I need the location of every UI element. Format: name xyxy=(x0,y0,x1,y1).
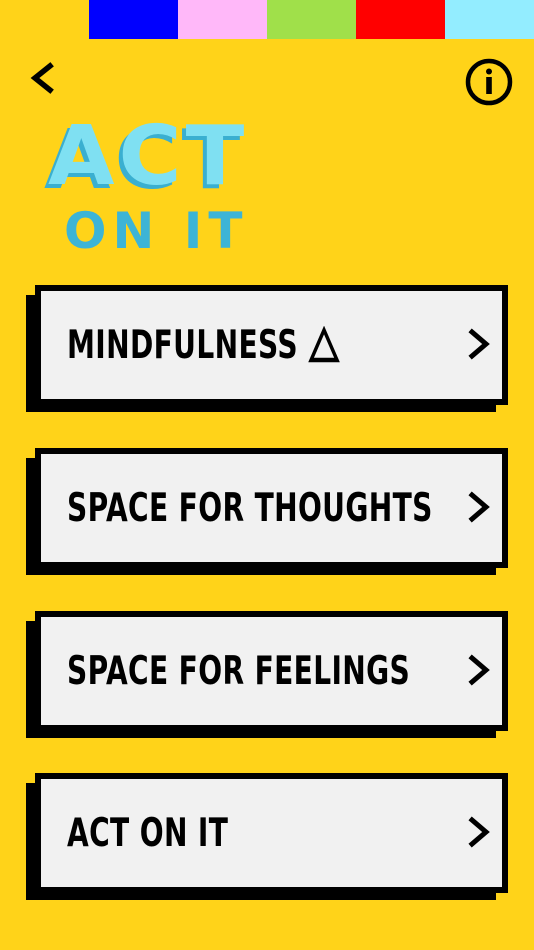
app-logo: ACT ACT ON IT xyxy=(36,108,266,260)
color-swatch-pink[interactable] xyxy=(178,0,267,39)
menu-item-text: MINDFULNESS xyxy=(67,322,298,368)
chevron-right-icon xyxy=(468,328,490,360)
chevron-left-icon xyxy=(30,62,54,94)
logo-line1: ACT xyxy=(48,108,248,203)
triangle-icon xyxy=(308,326,340,363)
color-swatch-green[interactable] xyxy=(267,0,356,39)
menu-item-space-for-feelings[interactable]: SPACE FOR FEELINGS xyxy=(26,611,508,738)
menu-item-label: SPACE FOR THOUGHTS xyxy=(67,454,433,562)
chevron-right-icon xyxy=(468,654,490,686)
menu-card: SPACE FOR THOUGHTS xyxy=(35,448,508,568)
menu-card: MINDFULNESS xyxy=(35,285,508,405)
menu-item-mindfulness[interactable]: MINDFULNESS xyxy=(26,285,508,412)
color-swatch-red[interactable] xyxy=(356,0,445,39)
menu-item-label: MINDFULNESS xyxy=(67,291,340,399)
menu-item-text: ACT ON IT xyxy=(67,810,229,856)
menu-card: ACT ON IT xyxy=(35,773,508,893)
menu-item-act-on-it[interactable]: ACT ON IT xyxy=(26,773,508,900)
menu-item-label: ACT ON IT xyxy=(67,779,228,887)
chevron-right-icon xyxy=(468,816,490,848)
color-picker-strip xyxy=(89,0,534,39)
menu-item-text: SPACE FOR THOUGHTS xyxy=(67,485,433,531)
menu-card: SPACE FOR FEELINGS xyxy=(35,611,508,731)
menu-item-label: SPACE FOR FEELINGS xyxy=(67,617,410,725)
info-button[interactable] xyxy=(465,58,513,106)
chevron-right-icon xyxy=(468,491,490,523)
menu-item-space-for-thoughts[interactable]: SPACE FOR THOUGHTS xyxy=(26,448,508,575)
menu-item-text: SPACE FOR FEELINGS xyxy=(67,648,411,694)
back-button[interactable] xyxy=(22,56,62,100)
color-swatch-cyan[interactable] xyxy=(445,0,534,39)
color-swatch-blue[interactable] xyxy=(89,0,178,39)
info-icon xyxy=(465,58,513,106)
logo-line2: ON IT xyxy=(64,202,248,258)
